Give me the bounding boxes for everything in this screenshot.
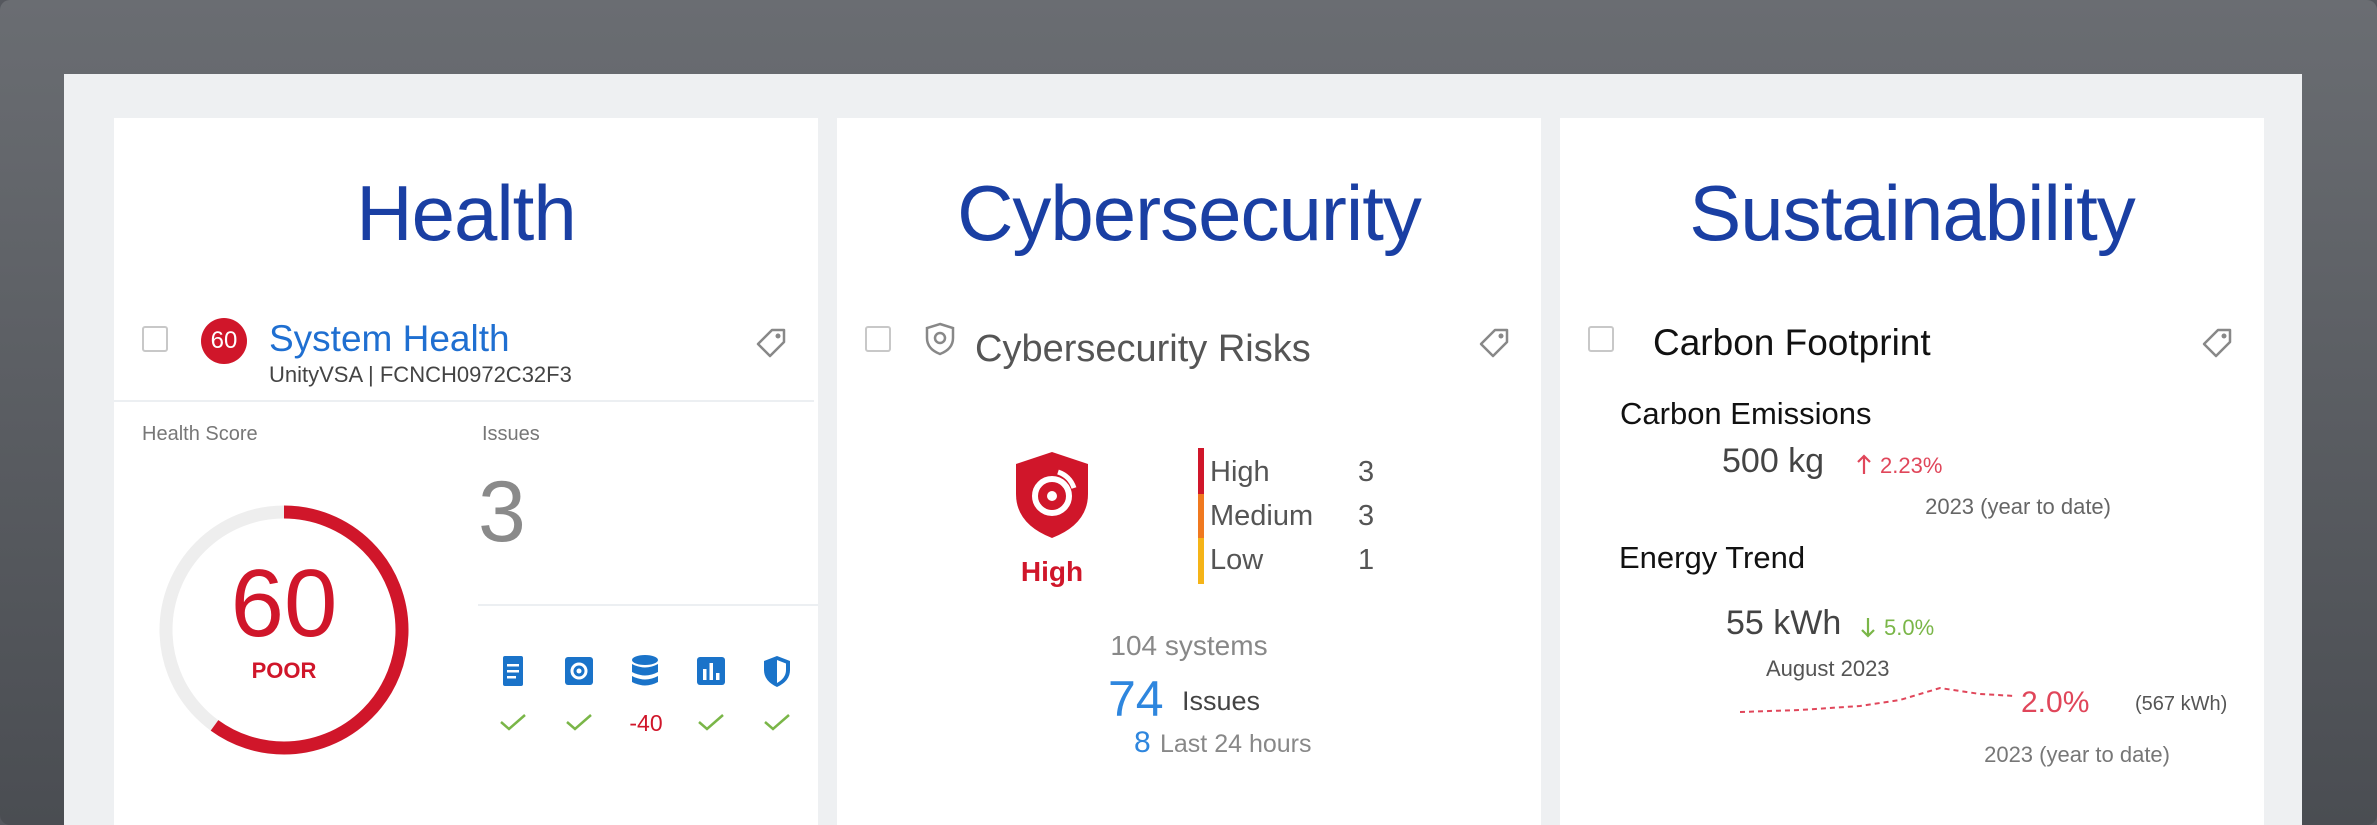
risk-shield-icon (1016, 452, 1088, 538)
energy-trend-sparkline (1740, 686, 2016, 713)
risk-level-low: Low (1210, 544, 1264, 576)
systems-count: 104 systems (1110, 630, 1268, 661)
health-card: Health 60 System Health UnityVSA | FCNCH… (114, 118, 818, 825)
check-icon (566, 714, 592, 731)
health-score-label: Health Score (142, 423, 258, 445)
system-subtitle: UnityVSA | FCNCH0972C32F3 (269, 362, 572, 387)
health-select-checkbox[interactable] (142, 326, 168, 352)
carbon-emissions-period: 2023 (year to date) (1925, 494, 2111, 519)
issues-total[interactable]: 74 (1108, 670, 1164, 728)
tag-icon[interactable] (754, 326, 788, 360)
database-penalty: -40 (629, 710, 663, 736)
risk-level-medium: Medium (1210, 500, 1314, 532)
carbon-emissions-change: 2.23% (1880, 453, 1943, 478)
health-score-badge: 60 (201, 318, 247, 364)
energy-trend-label: Energy Trend (1619, 540, 1806, 575)
recent-issues-count[interactable]: 8 (1134, 726, 1151, 760)
sustainability-card: Sustainability Carbon Footprint Carbon E… (1560, 118, 2264, 825)
risk-count-high: 3 (1358, 456, 1375, 488)
cybersecurity-risks-title: Cybersecurity Risks (975, 328, 1311, 370)
carbon-footprint-title: Carbon Footprint (1653, 322, 1931, 363)
risk-count-medium: 3 (1358, 500, 1375, 532)
low-bar (1198, 538, 1204, 584)
tag-icon[interactable] (2200, 326, 2234, 360)
check-icon (764, 714, 790, 731)
high-bar (1198, 448, 1204, 494)
document-icon[interactable] (496, 654, 530, 688)
cybersecurity-card: Cybersecurity Cybersecurity Risks High H… (837, 118, 1541, 825)
issues-label: Issues (482, 423, 540, 445)
divider (478, 604, 818, 606)
medium-bar (1198, 494, 1204, 538)
energy-value: 55 kWh (1726, 604, 1842, 642)
sustainability-select-checkbox[interactable] (1588, 326, 1614, 352)
recent-issues-label: Last 24 hours (1160, 730, 1312, 758)
bar-chart-icon[interactable] (694, 654, 728, 688)
health-status-label: POOR (251, 658, 317, 683)
cybersecurity-section-title: Cybersecurity (957, 169, 1422, 257)
risk-levels: High Medium Low 3 3 1 (1198, 448, 1380, 588)
tag-icon[interactable] (1477, 326, 1511, 360)
database-icon[interactable] (628, 654, 662, 688)
divider (114, 400, 814, 402)
gear-icon[interactable] (562, 654, 596, 688)
overall-risk-label: High (1020, 556, 1084, 587)
cybersecurity-select-checkbox[interactable] (865, 326, 891, 352)
sustainability-section-title: Sustainability (1689, 169, 2136, 257)
carbon-emissions-label: Carbon Emissions (1620, 396, 1872, 431)
issues-count: 3 (478, 464, 526, 560)
check-icon (698, 714, 724, 731)
shield-icon[interactable] (760, 654, 794, 688)
risk-count-low: 1 (1358, 544, 1375, 576)
trend-kwh: (567 kWh) (2135, 693, 2228, 715)
issues-total-label: Issues (1182, 686, 1261, 716)
security-shield-icon (925, 322, 955, 356)
carbon-emissions-value: 500 kg (1722, 442, 1825, 480)
trend-period: 2023 (year to date) (1984, 742, 2170, 767)
system-health-link[interactable]: System Health (269, 318, 510, 360)
arrow-up-icon (1857, 454, 1871, 474)
check-icon (500, 714, 526, 731)
energy-change: 5.0% (1884, 615, 1935, 640)
trend-percent: 2.0% (2021, 686, 2090, 719)
health-section-title: Health (356, 169, 576, 257)
health-score-value: 60 (230, 550, 338, 657)
dashboard-canvas: Health 60 System Health UnityVSA | FCNCH… (64, 74, 2302, 825)
risk-level-high: High (1210, 456, 1270, 488)
arrow-down-icon (1861, 618, 1875, 638)
